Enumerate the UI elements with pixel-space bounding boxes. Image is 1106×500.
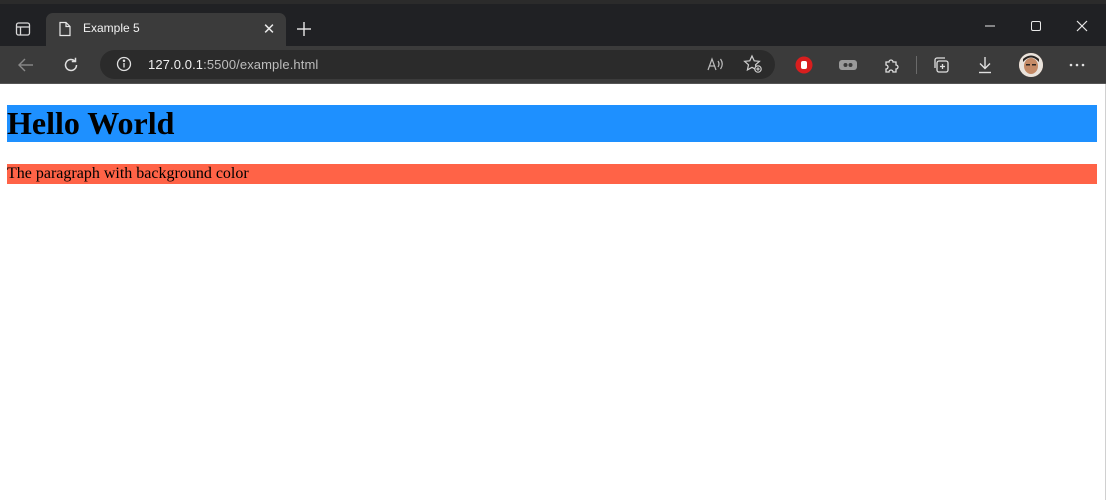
tab-title: Example 5: [83, 21, 140, 35]
browser-toolbar: 127.0.0.1:5500/example.html: [0, 46, 1106, 84]
extension-icon[interactable]: [836, 53, 860, 77]
refresh-icon[interactable]: [59, 53, 83, 77]
add-favorite-icon[interactable]: [743, 54, 763, 79]
address-bar[interactable]: 127.0.0.1:5500/example.html: [100, 50, 775, 79]
collections-icon[interactable]: [929, 53, 953, 77]
browser-tab[interactable]: Example 5 ✕: [46, 13, 286, 46]
stop-hand-icon[interactable]: [792, 53, 816, 77]
paragraph: The paragraph with background color: [7, 164, 1097, 184]
top-strip: [0, 0, 1106, 4]
back-arrow-icon[interactable]: [14, 53, 38, 77]
close-window-button[interactable]: [1059, 14, 1105, 38]
browser-titlebar: Example 5 ✕: [0, 0, 1106, 46]
url-host: 127.0.0.1: [148, 57, 204, 72]
page-content: Hello World The paragraph with backgroun…: [0, 84, 1106, 500]
url-path: :5500/example.html: [203, 57, 319, 72]
maximize-button[interactable]: [1013, 14, 1059, 38]
avatar[interactable]: [1019, 53, 1043, 77]
close-icon[interactable]: ✕: [260, 20, 278, 38]
read-aloud-icon[interactable]: [707, 56, 725, 75]
toolbar-separator: [916, 56, 917, 74]
page-heading: Hello World: [7, 105, 1097, 142]
plus-icon[interactable]: [292, 18, 316, 40]
page-icon: [58, 21, 72, 42]
info-icon[interactable]: [116, 56, 132, 77]
minimize-button[interactable]: [967, 14, 1013, 38]
url-text[interactable]: 127.0.0.1:5500/example.html: [148, 57, 318, 72]
tab-actions-icon[interactable]: [8, 17, 38, 41]
more-icon[interactable]: [1065, 53, 1089, 77]
download-icon[interactable]: [973, 53, 997, 77]
puzzle-icon[interactable]: [880, 53, 904, 77]
